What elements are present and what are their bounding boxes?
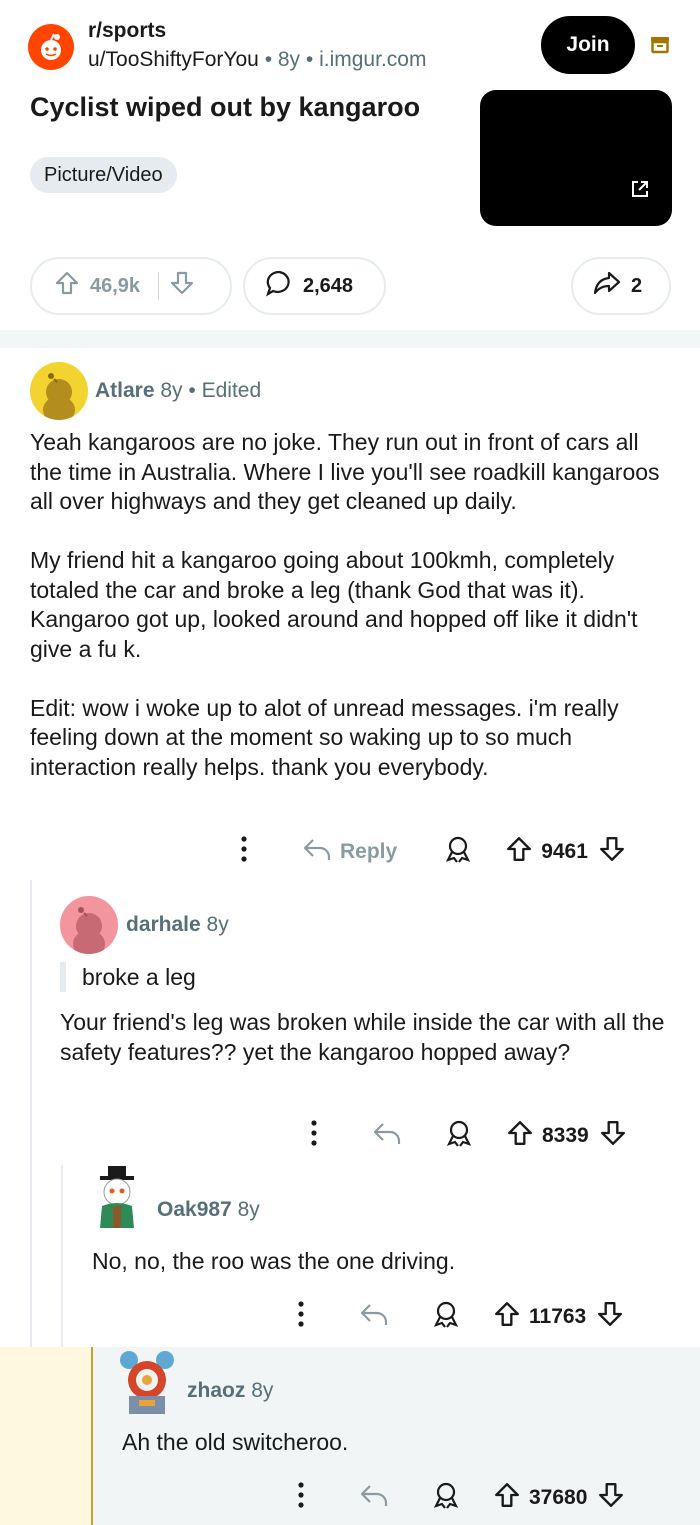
dot-separator: •: [188, 379, 202, 402]
comment-header: Oak987 8y: [157, 1198, 260, 1222]
edited-label: Edited: [201, 379, 262, 402]
more-options-icon[interactable]: [289, 1299, 313, 1335]
more-options-icon[interactable]: [232, 834, 256, 870]
subreddit-icon[interactable]: [28, 24, 74, 70]
subreddit-name[interactable]: r/sports: [88, 19, 166, 43]
comments-button[interactable]: 2,648: [243, 257, 386, 315]
comment-age: 8y: [251, 1379, 274, 1402]
post-thumbnail[interactable]: [480, 90, 672, 226]
comment-bubble-icon: [265, 269, 293, 303]
comment-username[interactable]: Atlare: [95, 379, 155, 402]
downvote-icon[interactable]: [597, 1481, 625, 1515]
avatar[interactable]: [60, 896, 118, 954]
upvote-icon[interactable]: [493, 1481, 521, 1515]
comment-score: 9461: [541, 840, 588, 863]
post-author[interactable]: u/TooShiftyForYou: [88, 48, 259, 71]
comment-quote: broke a leg: [60, 962, 196, 992]
award-icon[interactable]: [431, 1299, 461, 1335]
comment-paragraph: My friend hit a kangaroo going about 100…: [30, 547, 638, 662]
comment-age: 8y: [160, 379, 183, 402]
comment-body: Yeah kangaroos are no joke. They run out…: [30, 428, 675, 782]
share-button[interactable]: 2: [571, 257, 671, 315]
share-count: 2: [631, 274, 643, 297]
comment-paragraph: Edit: wow i woke up to alot of unread me…: [30, 694, 619, 780]
reply-arrow-icon[interactable]: [359, 1301, 389, 1333]
comment-score: 11763: [529, 1305, 587, 1328]
avatar[interactable]: [30, 362, 88, 420]
award-icon[interactable]: [443, 834, 473, 870]
comment-header: Atlare 8y • Edited: [95, 379, 261, 403]
dot-separator: •: [264, 48, 278, 71]
comment-body: Your friend's leg was broken while insid…: [60, 1008, 675, 1067]
comment-paragraph: Ah the old switcheroo.: [122, 1429, 349, 1455]
reply-arrow-icon[interactable]: [372, 1120, 402, 1152]
downvote-icon[interactable]: [598, 835, 626, 869]
more-options-icon[interactable]: [289, 1480, 313, 1516]
post-age: 8y: [277, 48, 301, 71]
reply-arrow-icon: [302, 836, 332, 868]
share-arrow-icon: [593, 270, 621, 302]
avatar[interactable]: [88, 1164, 148, 1230]
comment-paragraph: No, no, the roo was the one driving.: [92, 1248, 456, 1274]
archive-icon: [650, 34, 670, 59]
comment-body: No, no, the roo was the one driving.: [92, 1247, 672, 1277]
section-divider: [0, 330, 700, 348]
external-link-icon: [630, 179, 650, 204]
comment-score: 37680: [529, 1486, 588, 1509]
comment-paragraph: Your friend's leg was broken while insid…: [60, 1009, 665, 1065]
post-domain[interactable]: i.imgur.com: [319, 48, 426, 71]
reply-arrow-icon[interactable]: [359, 1482, 389, 1514]
upvote-icon[interactable]: [493, 1300, 521, 1334]
dot-separator: •: [305, 48, 320, 71]
award-icon[interactable]: [444, 1118, 474, 1154]
upvote-icon[interactable]: [505, 835, 533, 869]
comment-age: 8y: [206, 913, 229, 936]
downvote-icon[interactable]: [596, 1300, 624, 1334]
post-header: r/sports u/TooShiftyForYou • 8y • i.imgu…: [0, 0, 700, 330]
comment-username[interactable]: Oak987: [157, 1198, 232, 1221]
vote-pill: 46,9k: [30, 257, 232, 315]
comment-actions: 37680: [289, 1480, 625, 1516]
upvote-icon[interactable]: [54, 270, 80, 302]
upvote-icon[interactable]: [506, 1119, 534, 1153]
comment-count: 2,648: [303, 274, 354, 297]
more-options-icon[interactable]: [302, 1118, 326, 1154]
post-title[interactable]: Cyclist wiped out by kangaroo: [30, 92, 420, 123]
comment-actions: 11763: [289, 1299, 624, 1335]
comment-header: zhaoz 8y: [187, 1379, 273, 1403]
comment-username[interactable]: darhale: [126, 913, 201, 936]
downvote-icon[interactable]: [599, 1119, 627, 1153]
vote-divider: [158, 272, 160, 300]
comment-score: 8339: [542, 1124, 589, 1147]
avatar[interactable]: [115, 1346, 179, 1416]
comment-actions: Reply 9461: [232, 834, 626, 870]
join-button[interactable]: Join: [541, 16, 635, 74]
post-flair[interactable]: Picture/Video: [30, 157, 177, 193]
highlight-strip: [0, 1347, 92, 1525]
comment-actions: 8339: [302, 1118, 627, 1154]
comment-body: Ah the old switcheroo.: [122, 1428, 672, 1458]
downvote-icon[interactable]: [169, 270, 195, 302]
reply-label: Reply: [340, 840, 398, 863]
comment-header: darhale 8y: [126, 913, 229, 937]
highlight-thread-line: [91, 1347, 93, 1525]
award-icon[interactable]: [431, 1480, 461, 1516]
comment-paragraph: Yeah kangaroos are no joke. They run out…: [30, 429, 660, 514]
comment-username[interactable]: zhaoz: [187, 1379, 245, 1402]
post-meta: u/TooShiftyForYou • 8y • i.imgur.com: [88, 48, 426, 72]
comment-age: 8y: [237, 1198, 260, 1221]
reply-button[interactable]: Reply: [302, 836, 397, 868]
post-score: 46,9k: [90, 274, 141, 297]
